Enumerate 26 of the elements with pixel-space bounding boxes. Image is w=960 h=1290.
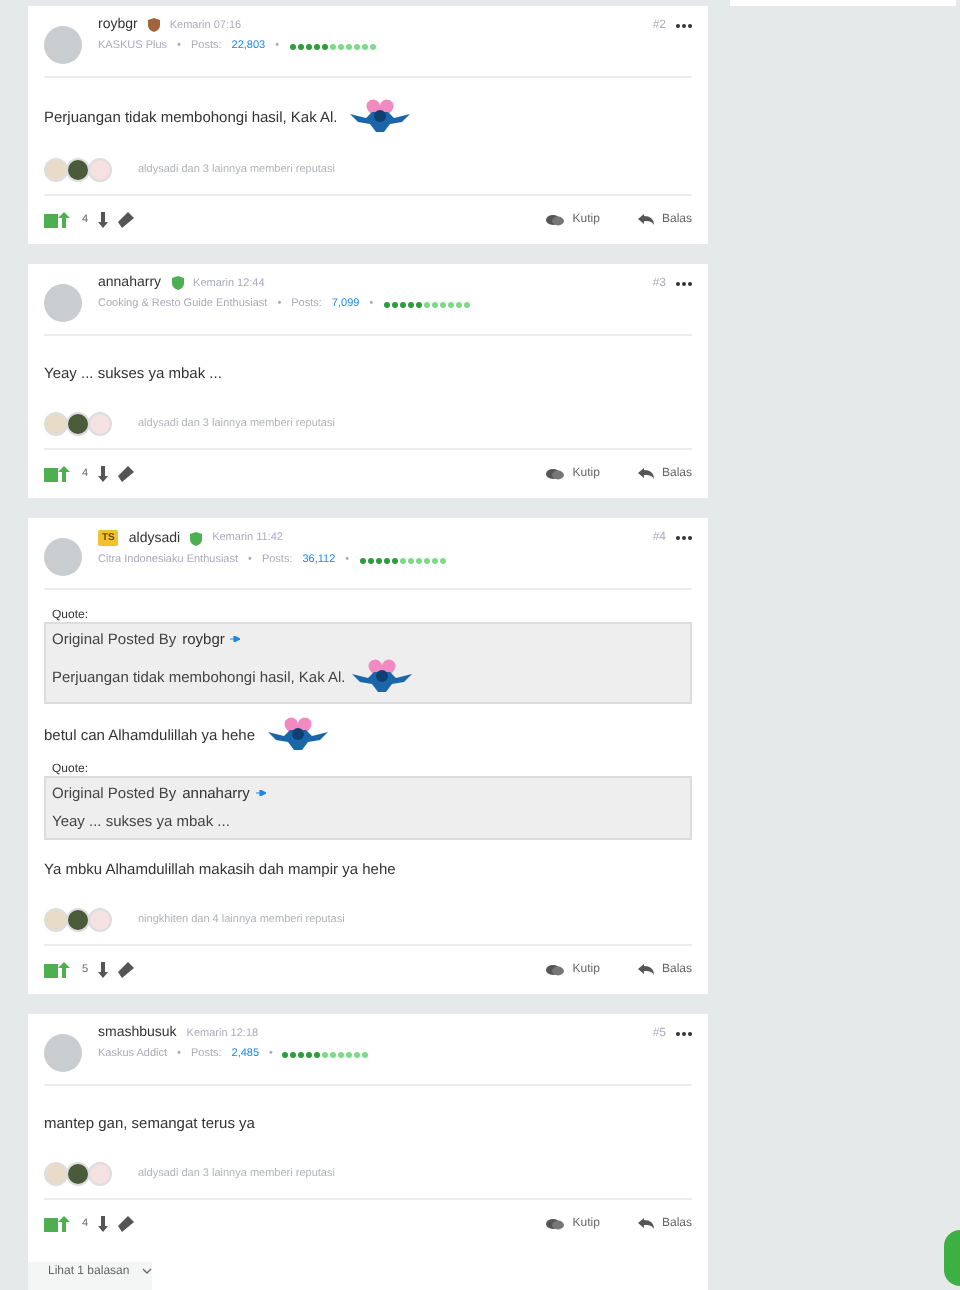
reply-icon (637, 964, 654, 976)
bird-sticker-icon (351, 658, 412, 694)
arrow-icon[interactable] (230, 636, 241, 642)
reputation-avatar[interactable] (66, 158, 90, 182)
upvote-icon[interactable] (44, 466, 72, 482)
bird-sticker-icon (349, 98, 410, 134)
speech-bubbles-icon (546, 214, 565, 226)
reputation-avatar[interactable] (66, 412, 90, 436)
speech-bubbles-icon (546, 964, 565, 976)
bird-sticker-icon (267, 716, 327, 752)
speech-bubbles-icon (546, 468, 565, 480)
arrow-icon[interactable] (255, 790, 266, 796)
reputation-avatar[interactable] (66, 908, 90, 932)
reply-icon (637, 1218, 654, 1230)
chevron-down-icon (141, 1268, 152, 1274)
upvote-icon[interactable] (44, 212, 72, 228)
downvote-icon[interactable] (98, 466, 109, 482)
upvote-icon[interactable] (44, 1216, 72, 1232)
downvote-icon[interactable] (98, 212, 109, 228)
downvote-icon[interactable] (98, 962, 109, 978)
reputation-avatar[interactable] (66, 1162, 90, 1186)
upvote-icon[interactable] (44, 962, 72, 978)
reply-icon (637, 468, 654, 480)
reply-icon (637, 214, 654, 226)
downvote-icon[interactable] (98, 1216, 109, 1232)
speech-bubbles-icon (546, 1218, 565, 1230)
